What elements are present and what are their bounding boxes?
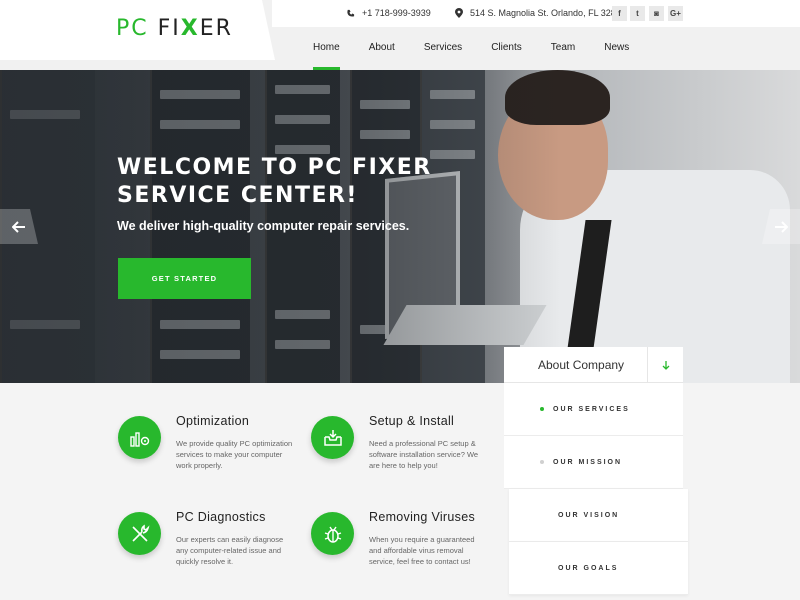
service-description: Our experts can easily diagnose any comp… [176,535,284,566]
address-contact: 514 S. Magnolia St. Orlando, FL 32806 [455,8,626,18]
facebook-icon[interactable]: f [612,6,627,21]
about-item-our-vision[interactable]: OUR VISION [509,489,688,542]
tools-icon [131,524,149,542]
about-item-our-goals[interactable]: OUR GOALS [509,542,688,595]
nav-clients[interactable]: Clients [491,27,522,70]
about-item-our-mission[interactable]: OUR MISSION [504,436,683,489]
hero-slider: WELCOME TO PC FIXER SERVICE CENTER! We d… [0,70,800,383]
service-description: When you require a guaranteed and afford… [369,535,475,566]
arrow-down-icon [662,361,669,370]
nav-about[interactable]: About [369,27,395,70]
chart-gear-icon [129,431,149,447]
nav-home[interactable]: Home [313,27,340,70]
site-logo[interactable]: PC FIXER [116,16,233,41]
nav-services[interactable]: Services [424,27,462,70]
arrow-left-icon [12,220,25,233]
about-company-header[interactable]: About Company [504,347,683,383]
service-title: Setup & Install [369,414,455,428]
service-title: Optimization [176,414,250,428]
phone-icon [347,9,355,16]
inactive-dot-icon [540,460,544,464]
phone-contact[interactable]: +1 718-999-3939 [346,8,431,18]
bug-icon [324,526,341,543]
instagram-icon[interactable]: ◙ [649,6,664,21]
twitter-icon[interactable]: t [630,6,645,21]
get-started-button[interactable]: GET STARTED [118,258,251,299]
active-dot-icon [540,407,544,411]
service-description: We provide quality PC optimization servi… [176,439,293,470]
nav-team[interactable]: Team [551,27,575,70]
hero-subtitle: We deliver high-quality computer repair … [117,219,410,233]
service-description: Need a professional PC setup & software … [369,439,479,470]
about-company-title: About Company [538,358,625,372]
location-pin-icon [455,8,463,18]
address-text: 514 S. Magnolia St. Orlando, FL 32806 [470,8,626,18]
phone-number: +1 718-999-3939 [362,8,431,18]
site-header: PC FIXER +1 718-999-3939 514 S. Magnolia… [0,0,800,70]
main-nav: Home About Services Clients Team News [300,27,629,70]
nav-news[interactable]: News [604,27,629,70]
inbox-download-icon [323,429,342,446]
service-title: PC Diagnostics [176,510,266,524]
hero-title: WELCOME TO PC FIXER SERVICE CENTER! [117,155,432,208]
google-plus-icon[interactable]: G+ [668,6,683,21]
arrow-right-icon [775,220,788,233]
about-item-our-services[interactable]: OUR SERVICES [504,383,683,436]
about-toggle-button[interactable] [647,347,683,383]
service-title: Removing Viruses [369,510,476,524]
